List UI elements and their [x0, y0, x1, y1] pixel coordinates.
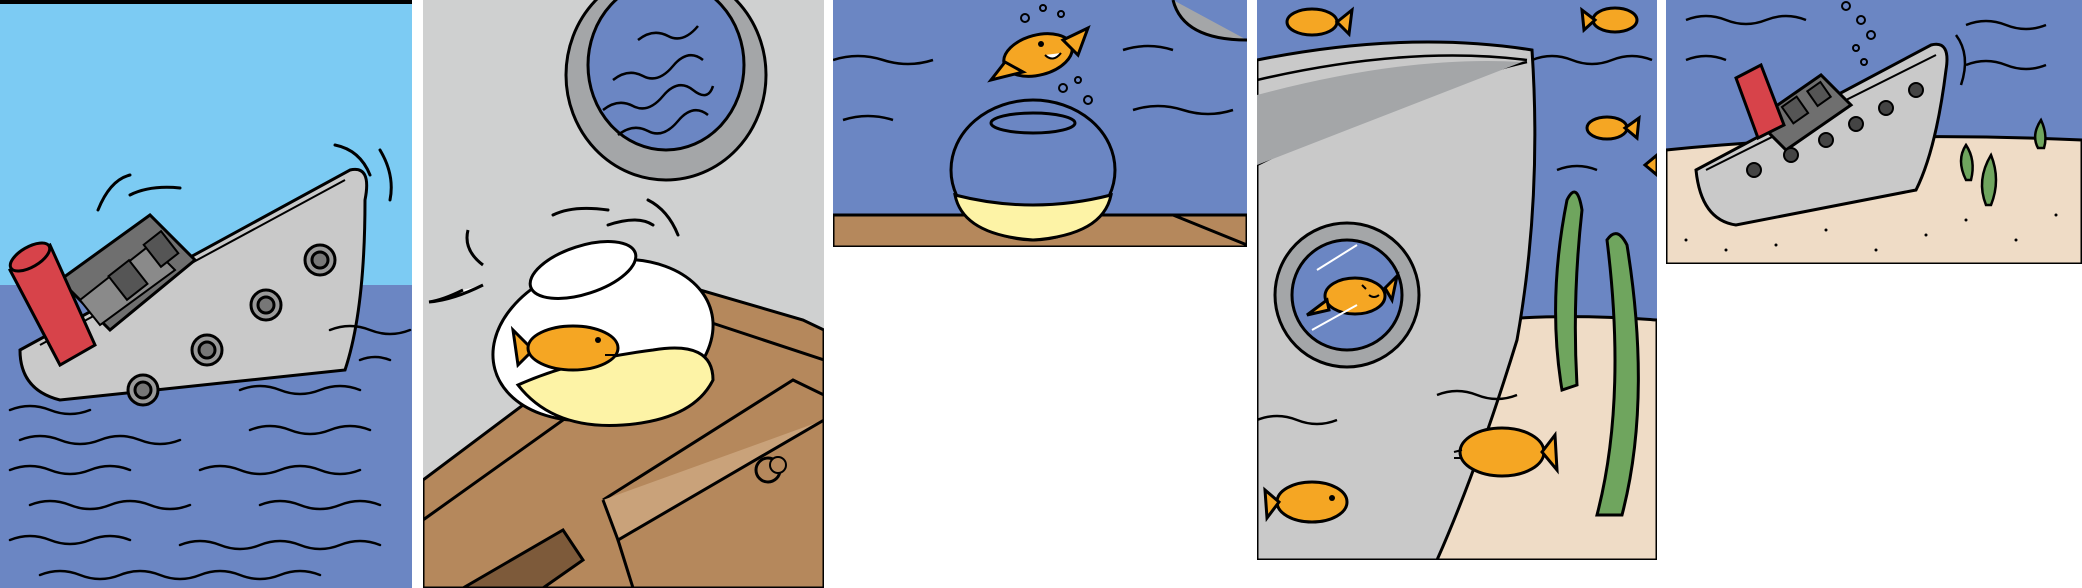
panel-4-fish-in-porthole [1257, 0, 1657, 560]
panel-2-fishbowl-dresser [423, 0, 824, 588]
panel-1-sinking-ship [0, 0, 412, 588]
panel-3-art [833, 0, 1247, 247]
panel-5-ship-on-seabed [1666, 0, 2082, 264]
panel-5-art [1666, 0, 2082, 264]
panel-4-art [1257, 0, 1657, 560]
panel-2-art [423, 0, 824, 588]
panel-1-art [0, 0, 412, 588]
panel-3-fish-jumping [833, 0, 1247, 247]
